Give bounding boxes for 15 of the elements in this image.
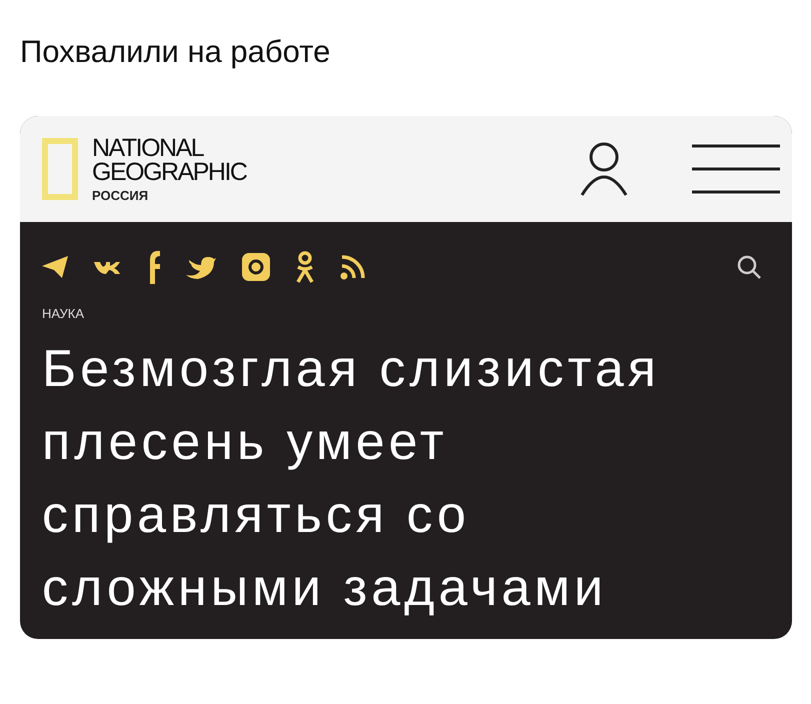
- camera-icon[interactable]: [242, 253, 270, 281]
- bird-icon[interactable]: [186, 255, 216, 279]
- menu-icon[interactable]: [692, 143, 780, 195]
- category-label[interactable]: НАУКА: [42, 306, 84, 321]
- figure-icon[interactable]: [296, 250, 314, 284]
- user-icon[interactable]: [578, 141, 630, 197]
- logo-text: NATIONAL: [92, 136, 205, 160]
- frame-logo-icon: [42, 138, 78, 200]
- paper-plane-icon[interactable]: [42, 256, 68, 278]
- search-icon[interactable]: [736, 254, 762, 280]
- post-caption: Похвалили на работе: [20, 34, 330, 70]
- article-headline[interactable]: Безмозглая слизистая плесень умеет справляться со сложными задачами: [42, 333, 732, 625]
- rss-icon[interactable]: [340, 254, 366, 280]
- logo-subtitle: РОССИЯ: [92, 188, 150, 202]
- logo-text: GEOGRAPHIC: [92, 160, 246, 184]
